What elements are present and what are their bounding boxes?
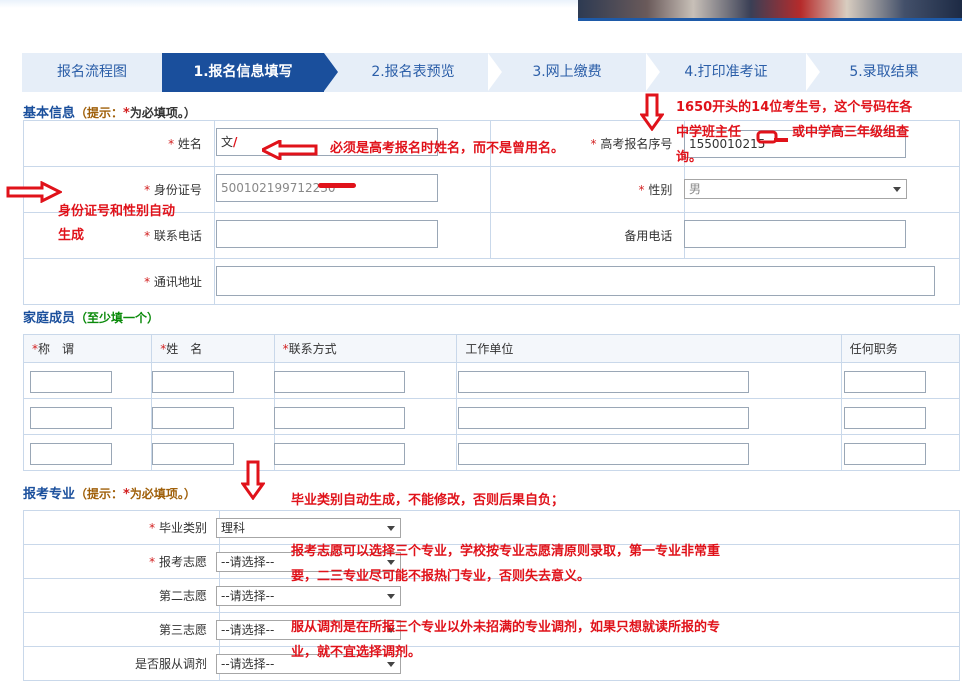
hint-text: 为必填项。） [129,106,196,120]
exam-no-annotation-2b: 或中学高三年级组查 [792,125,910,140]
family-header-employer: 工作单位 [456,334,842,363]
major-title: 报考专业（提示：*为必填项。） [23,483,196,502]
family-contact-input[interactable] [274,407,405,429]
choice1-label-cell: * 报考志愿 [23,544,220,579]
phone-input[interactable] [216,220,438,248]
choice2-label-cell: 第二志愿 [23,578,220,613]
family-title: 家庭成员（至少填一个） [23,307,159,326]
backup-phone-label-cell: 备用电话 [489,212,686,259]
basic-info-title: 基本信息（提示：*为必填项。） [23,102,196,121]
annotation-arrow-left-icon [262,140,318,160]
banner-photo [578,0,962,20]
id-redaction-mark [318,183,356,188]
banner-divider [578,18,962,21]
annotation-arrow-down-icon [241,460,265,500]
family-header-position: 任何职务 [840,334,961,363]
family-position-input[interactable] [844,371,926,393]
hint-label: 提示： [87,487,124,501]
address-label-cell: * 通讯地址 [23,258,215,305]
choice2-select[interactable]: --请选择-- [216,586,401,606]
family-header-contact: *联系方式 [273,334,458,363]
annotation-redaction-mark [756,130,788,144]
family-header-name: *姓 名 [151,334,275,363]
family-title-input[interactable] [30,407,112,429]
family-position-input[interactable] [844,443,926,465]
grad-type-select[interactable]: 理科 [216,518,401,538]
adjust-annotation-2: 业，就不宜选择调剂。 [291,645,422,660]
choice-annotation-2: 要，二三专业尽可能不报热门专业，否则失去意义。 [291,569,591,584]
chevron-down-icon [387,526,395,531]
step-preview[interactable]: 2.报名表预览 [338,53,488,92]
family-employer-input[interactable] [458,443,749,465]
banner-background [0,0,578,8]
required-star: * [123,487,130,502]
required-star: * [123,106,130,121]
step-print-ticket[interactable]: 4.打印准考证 [646,53,806,92]
adjust-label-cell: 是否服从调剂 [23,646,220,681]
family-position-input[interactable] [844,407,926,429]
family-title-input[interactable] [30,443,112,465]
section-title-text: 家庭成员 [23,311,76,326]
name-label-cell: * 姓名 [23,120,215,167]
id-annotation-2: 生成 [58,228,85,243]
section-title-text: 报考专业 [23,487,76,502]
gender-label-cell: * 性别 [489,166,686,213]
family-employer-input[interactable] [458,371,749,393]
backup-phone-input[interactable] [684,220,906,248]
choice-annotation-1: 报考志愿可以选择三个专业，学校按专业志愿清原则录取，第一专业非常重 [291,544,721,559]
adjust-annotation-1: 服从调剂是在所报三个专业以外未招满的专业调剂，如果只想就读所报的专 [291,620,721,635]
family-name-input[interactable] [152,371,234,393]
header-banner [0,0,962,22]
chevron-down-icon [893,187,901,192]
step-fill-info[interactable]: 1.报名信息填写 [162,53,324,92]
annotation-arrow-down-icon [640,93,664,131]
annotation-arrow-right-icon [6,181,62,203]
family-title-input[interactable] [30,371,112,393]
family-hint: （至少填一个） [75,311,160,325]
grad-type-label-cell: * 毕业类别 [23,510,220,545]
exam-no-annotation-2: 中学班主任 [676,125,742,140]
step-result[interactable]: 5.录取结果 [806,53,962,92]
gender-select[interactable]: 男 [684,179,907,199]
step-payment[interactable]: 3.网上缴费 [488,53,646,92]
chevron-down-icon [387,594,395,599]
major-table: * 毕业类别 * 报考志愿 第二志愿 第三志愿 是否服从调剂 [23,510,960,681]
hint-paren: （ [75,487,88,501]
grad-type-annotation: 毕业类别自动生成，不能修改，否则后果自负； [291,493,565,508]
id-number-input[interactable]: 500102199712230 [216,174,438,202]
exam-no-annotation-3: 询。 [676,150,703,165]
family-name-input[interactable] [152,407,234,429]
progress-steps: 报名流程图 1.报名信息填写 2.报名表预览 3.网上缴费 4.打印准考证 5.… [22,53,962,92]
family-contact-input[interactable] [274,443,405,465]
id-annotation-1: 身份证号和性别自动 [58,204,176,219]
choice3-label-cell: 第三志愿 [23,612,220,647]
step-separator [324,53,338,91]
family-contact-input[interactable] [274,371,405,393]
family-name-input[interactable] [152,443,234,465]
step-flowchart[interactable]: 报名流程图 [22,53,162,92]
hint-label: 提示： [87,106,124,120]
family-header-title: *称 谓 [22,334,153,363]
hint-text: 为必填项。） [129,487,196,501]
hint-paren: （ [75,106,88,120]
exam-no-annotation-1: 1650开头的14位考生号，这个号码在各 [676,100,913,115]
name-annotation: 必须是高考报名时姓名，而不是曾用名。 [330,141,565,156]
family-employer-input[interactable] [458,407,749,429]
address-input[interactable] [216,266,935,296]
section-title-text: 基本信息 [23,106,76,121]
